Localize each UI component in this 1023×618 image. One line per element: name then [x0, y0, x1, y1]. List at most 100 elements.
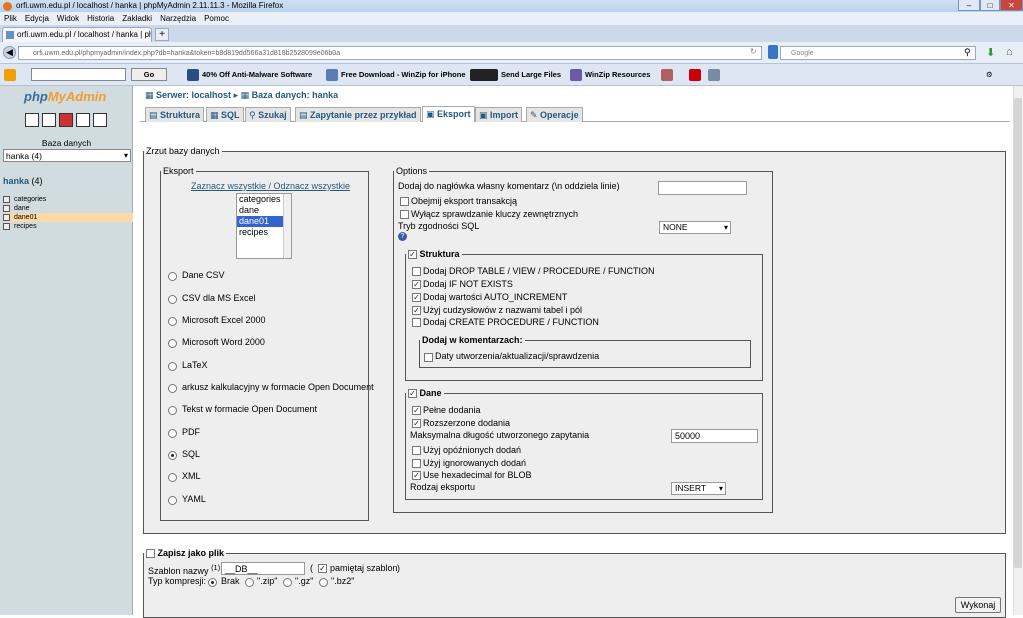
- menu-pomoc[interactable]: Pomoc: [204, 14, 229, 23]
- tab-struktura[interactable]: ▤ Struktura: [145, 107, 205, 122]
- download-icon[interactable]: ⬇: [986, 46, 995, 59]
- transaction-checkbox[interactable]: [400, 197, 409, 206]
- submit-button[interactable]: Wykonaj: [955, 597, 1001, 613]
- format-radio-sql[interactable]: [168, 451, 177, 460]
- ignore-inserts-checkbox[interactable]: [412, 459, 421, 468]
- sidebar-table-dane[interactable]: dane: [3, 204, 133, 213]
- home-icon[interactable]: ⌂: [1006, 46, 1013, 58]
- maximize-button[interactable]: □: [980, 0, 1000, 11]
- browser-tab[interactable]: orfi.uwm.edu.pl / localhost / hanka | ph…: [2, 27, 152, 42]
- back-icon[interactable]: ◀: [3, 46, 16, 59]
- menu-edycja[interactable]: Edycja: [25, 14, 49, 23]
- compression-radio-zip[interactable]: [245, 578, 254, 587]
- help-icon[interactable]: ?: [398, 232, 407, 241]
- db-link[interactable]: hanka: [3, 176, 29, 186]
- format-radio-csv-excel[interactable]: [168, 295, 177, 304]
- menu-zakladki[interactable]: Zakładki: [122, 14, 152, 23]
- toolbar-link-send-files[interactable]: Send Large Files: [470, 64, 561, 86]
- tab-title: orfi.uwm.edu.pl / localhost / hanka | ph…: [17, 30, 152, 39]
- sidebar-table-recipes[interactable]: recipes: [3, 222, 133, 231]
- sidebar-table-dane01[interactable]: dane01: [3, 213, 133, 222]
- menu-widok[interactable]: Widok: [57, 14, 79, 23]
- tab-sql[interactable]: ▦ SQL: [206, 107, 244, 122]
- listbox-scrollbar[interactable]: [283, 194, 291, 258]
- format-label: SQL: [182, 449, 201, 459]
- database-select[interactable]: hanka (4): [3, 149, 131, 162]
- tab-import[interactable]: ▣ Import: [475, 107, 523, 122]
- database-label: Baza danych: [41, 138, 92, 148]
- exit-icon[interactable]: [42, 113, 56, 127]
- toolbar-envelope-icon[interactable]: [708, 64, 723, 86]
- toolbar-link-antimalware[interactable]: 40% Off Anti-Malware Software: [187, 64, 312, 86]
- toolbar-mail-icon[interactable]: [661, 64, 676, 86]
- data-checkbox[interactable]: ✓: [408, 389, 417, 399]
- format-radio-latex[interactable]: [168, 362, 177, 371]
- format-radio-pdf[interactable]: [168, 429, 177, 438]
- menu-historia[interactable]: Historia: [87, 14, 114, 23]
- table-listbox[interactable]: categories dane dane01 recipes: [236, 193, 292, 259]
- toolbar-link-winzip-iphone[interactable]: Free Download - WinZip for iPhone: [326, 64, 466, 86]
- extended-inserts-checkbox[interactable]: ✓: [412, 419, 421, 428]
- auto-increment-checkbox[interactable]: ✓: [412, 293, 421, 302]
- docs-icon[interactable]: [76, 113, 90, 127]
- tab-eksport[interactable]: ▣ Eksport: [422, 106, 475, 122]
- create-procedure-checkbox[interactable]: [412, 318, 421, 327]
- tab-zapytanie[interactable]: ▤ Zapytanie przez przykład: [295, 107, 421, 122]
- google-icon[interactable]: [768, 45, 778, 59]
- format-radio-word[interactable]: [168, 339, 177, 348]
- remember-template-checkbox[interactable]: ✓: [318, 564, 327, 573]
- format-radio-odt[interactable]: [168, 406, 177, 415]
- full-inserts-checkbox[interactable]: ✓: [412, 406, 421, 415]
- search-icon[interactable]: ⚲: [964, 47, 971, 58]
- tab-operacje[interactable]: ✎ Operacje: [526, 107, 583, 122]
- search-input[interactable]: Google: [780, 46, 976, 60]
- settings-icon[interactable]: ⚙: [986, 64, 993, 86]
- format-radio-excel[interactable]: [168, 317, 177, 326]
- format-radio-ods[interactable]: [168, 384, 177, 393]
- home-icon[interactable]: [25, 113, 39, 127]
- template-input[interactable]: __DB__: [221, 562, 305, 575]
- maxlen-input[interactable]: 50000: [671, 429, 758, 443]
- minimize-button[interactable]: –: [958, 0, 980, 11]
- format-radio-yaml[interactable]: [168, 496, 177, 505]
- sql-icon[interactable]: [59, 113, 73, 127]
- auto-increment-label: Dodaj wartości AUTO_INCREMENT: [423, 292, 568, 302]
- compat-select[interactable]: NONE: [659, 221, 731, 234]
- scrollbar-thumb[interactable]: [1014, 98, 1022, 568]
- menu-plik[interactable]: Plik: [4, 14, 17, 23]
- backquotes-checkbox[interactable]: ✓: [412, 306, 421, 315]
- delayed-inserts-checkbox[interactable]: [412, 446, 421, 455]
- hex-blob-checkbox[interactable]: ✓: [412, 471, 421, 480]
- data-legend: ✓ Dane: [408, 388, 442, 399]
- breadcrumb-db[interactable]: Baza danych: hanka: [252, 90, 339, 100]
- drop-table-checkbox[interactable]: [412, 267, 421, 276]
- fk-checkbox[interactable]: [400, 210, 409, 219]
- dates-checkbox[interactable]: [424, 353, 433, 362]
- compression-radio-none[interactable]: [208, 578, 217, 587]
- toolbar-news-icon[interactable]: [689, 64, 704, 86]
- reload-icon[interactable]: ↻: [750, 47, 757, 56]
- toolbar-search-input[interactable]: [31, 68, 126, 81]
- toolbar-link-winzip-resources[interactable]: WinZip Resources: [570, 64, 650, 86]
- new-tab-button[interactable]: +: [155, 28, 169, 41]
- close-button[interactable]: ✕: [1000, 0, 1023, 11]
- sidebar-table-categories[interactable]: categories: [3, 195, 133, 204]
- go-button[interactable]: Go: [131, 68, 167, 81]
- save-file-checkbox[interactable]: [146, 549, 155, 559]
- export-type-select[interactable]: INSERT: [671, 482, 726, 495]
- structure-checkbox[interactable]: ✓: [408, 250, 417, 260]
- format-radio-csv[interactable]: [168, 272, 177, 281]
- comment-input[interactable]: [658, 181, 747, 195]
- comments-legend: Dodaj w komentarzach:: [422, 335, 523, 345]
- compression-radio-bz2[interactable]: [319, 578, 328, 587]
- format-radio-xml[interactable]: [168, 473, 177, 482]
- tab-szukaj[interactable]: ⚲ Szukaj: [245, 107, 291, 122]
- info-icon[interactable]: [93, 113, 107, 127]
- compression-radio-gz[interactable]: [283, 578, 292, 587]
- toolbar-brand-icon[interactable]: [4, 64, 19, 86]
- url-bar[interactable]: orfi.uwm.edu.pl/phpmyadmin/index.php?db=…: [18, 46, 762, 60]
- select-all-link[interactable]: Zaznacz wszystkie / Odznacz wszystkie: [191, 181, 350, 191]
- menu-narzedzia[interactable]: Narzędzia: [160, 14, 196, 23]
- if-not-exists-checkbox[interactable]: ✓: [412, 280, 421, 289]
- breadcrumb-server[interactable]: Serwer: localhost: [156, 90, 231, 100]
